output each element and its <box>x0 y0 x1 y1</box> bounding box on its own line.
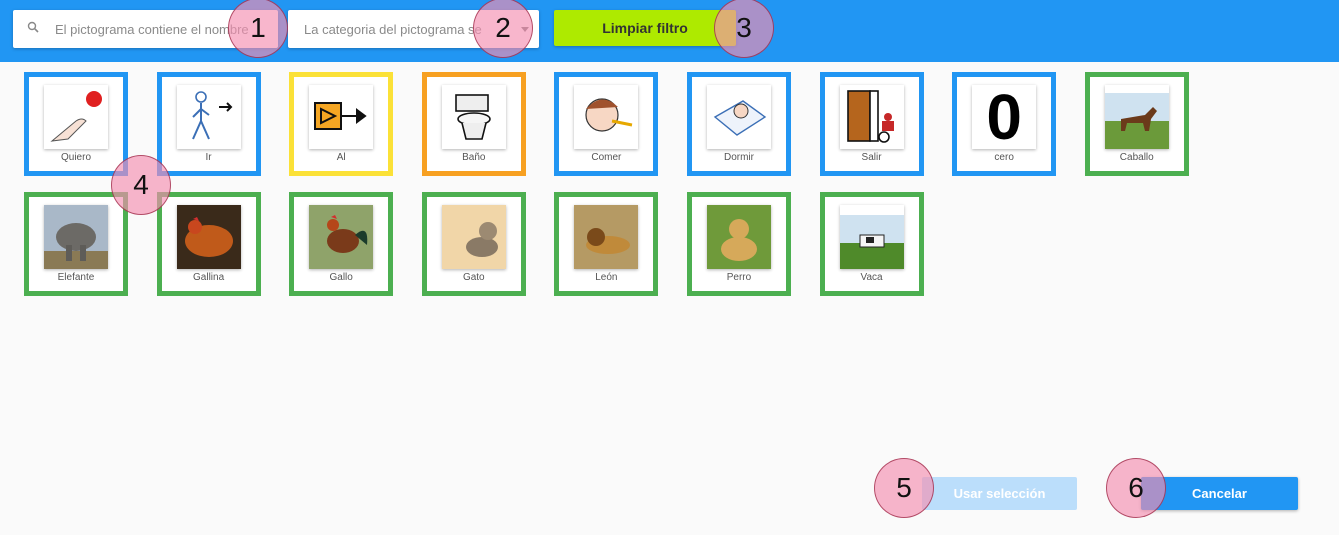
clear-filter-button[interactable]: Limpiar filtro <box>554 10 736 46</box>
annotation-marker-1: 1 <box>228 0 288 58</box>
pictogram-card[interactable]: Gato <box>421 192 526 296</box>
pictogram-label: Ir <box>205 152 212 163</box>
pictogram-label: Vaca <box>860 272 883 283</box>
pictogram-card[interactable]: Baño <box>421 72 526 176</box>
zero-digit-text: 0 <box>986 85 1022 149</box>
pictogram-label: Comer <box>591 152 622 163</box>
pictogram-card[interactable]: Ir <box>156 72 261 176</box>
pictogram-label: Elefante <box>57 272 95 283</box>
to-arrow-icon <box>309 85 374 149</box>
zero-digit-icon: 0 <box>972 85 1037 149</box>
lion-photo <box>574 205 639 269</box>
dog-photo <box>706 205 771 269</box>
pictogram-card[interactable]: Elefante <box>24 192 128 296</box>
use-selection-button[interactable]: Usar selección <box>922 477 1077 510</box>
annotation-marker-2: 2 <box>473 0 533 58</box>
pictogram-label: Salir <box>861 152 882 163</box>
pictogram-card[interactable]: Caballo <box>1084 72 1189 176</box>
cat-photo <box>441 205 506 269</box>
pictogram-label: Al <box>336 152 346 163</box>
pictogram-card[interactable]: Gallo <box>289 192 394 296</box>
toilet-icon <box>441 85 506 149</box>
elephant-photo <box>44 205 108 269</box>
pictogram-card[interactable]: Al <box>289 72 394 176</box>
annotation-marker-6: 6 <box>1106 458 1166 518</box>
pictogram-card[interactable]: León <box>554 192 659 296</box>
pictogram-label: Gallina <box>193 272 225 283</box>
pictogram-label: Quiero <box>60 152 91 163</box>
pictogram-label: Dormir <box>723 152 754 163</box>
pictogram-card[interactable]: Vaca <box>819 192 924 296</box>
eat-icon <box>574 85 639 149</box>
pictogram-label: Perro <box>726 272 752 283</box>
pictogram-card[interactable]: Comer <box>554 72 659 176</box>
annotation-marker-4: 4 <box>111 155 171 215</box>
search-placeholder: El pictograma contiene el nombre <box>55 21 249 37</box>
annotation-marker-3: 3 <box>714 0 774 58</box>
pictogram-card[interactable]: Quiero <box>24 72 128 176</box>
pictogram-label: Baño <box>462 152 486 163</box>
pictogram-label: Gallo <box>329 272 353 283</box>
toolbar: El pictograma contiene el nombre La cate… <box>0 0 1339 62</box>
pictogram-label: Caballo <box>1119 152 1154 163</box>
pictogram-card[interactable]: Perro <box>686 192 791 296</box>
want-hand-icon <box>44 85 108 149</box>
annotation-marker-5: 5 <box>874 458 934 518</box>
hen-photo <box>176 205 241 269</box>
pictogram-card[interactable]: Salir <box>819 72 924 176</box>
pictogram-card[interactable]: 0 cero <box>952 72 1057 176</box>
rooster-photo <box>309 205 374 269</box>
horse-photo <box>1104 85 1169 149</box>
cow-photo <box>839 205 904 269</box>
sleep-icon <box>706 85 771 149</box>
pictogram-card[interactable]: Dormir <box>686 72 791 176</box>
pictogram-label: Gato <box>462 272 485 283</box>
search-icon <box>27 20 39 38</box>
walk-icon <box>176 85 241 149</box>
pictogram-card[interactable]: Gallina <box>156 192 261 296</box>
exit-door-icon <box>839 85 904 149</box>
pictogram-label: León <box>595 272 618 283</box>
pictogram-grid: Quiero Ir Al Baño Comer Dormir Salir 0 cero Cabal… <box>24 72 1194 296</box>
pictogram-label: cero <box>994 152 1014 163</box>
